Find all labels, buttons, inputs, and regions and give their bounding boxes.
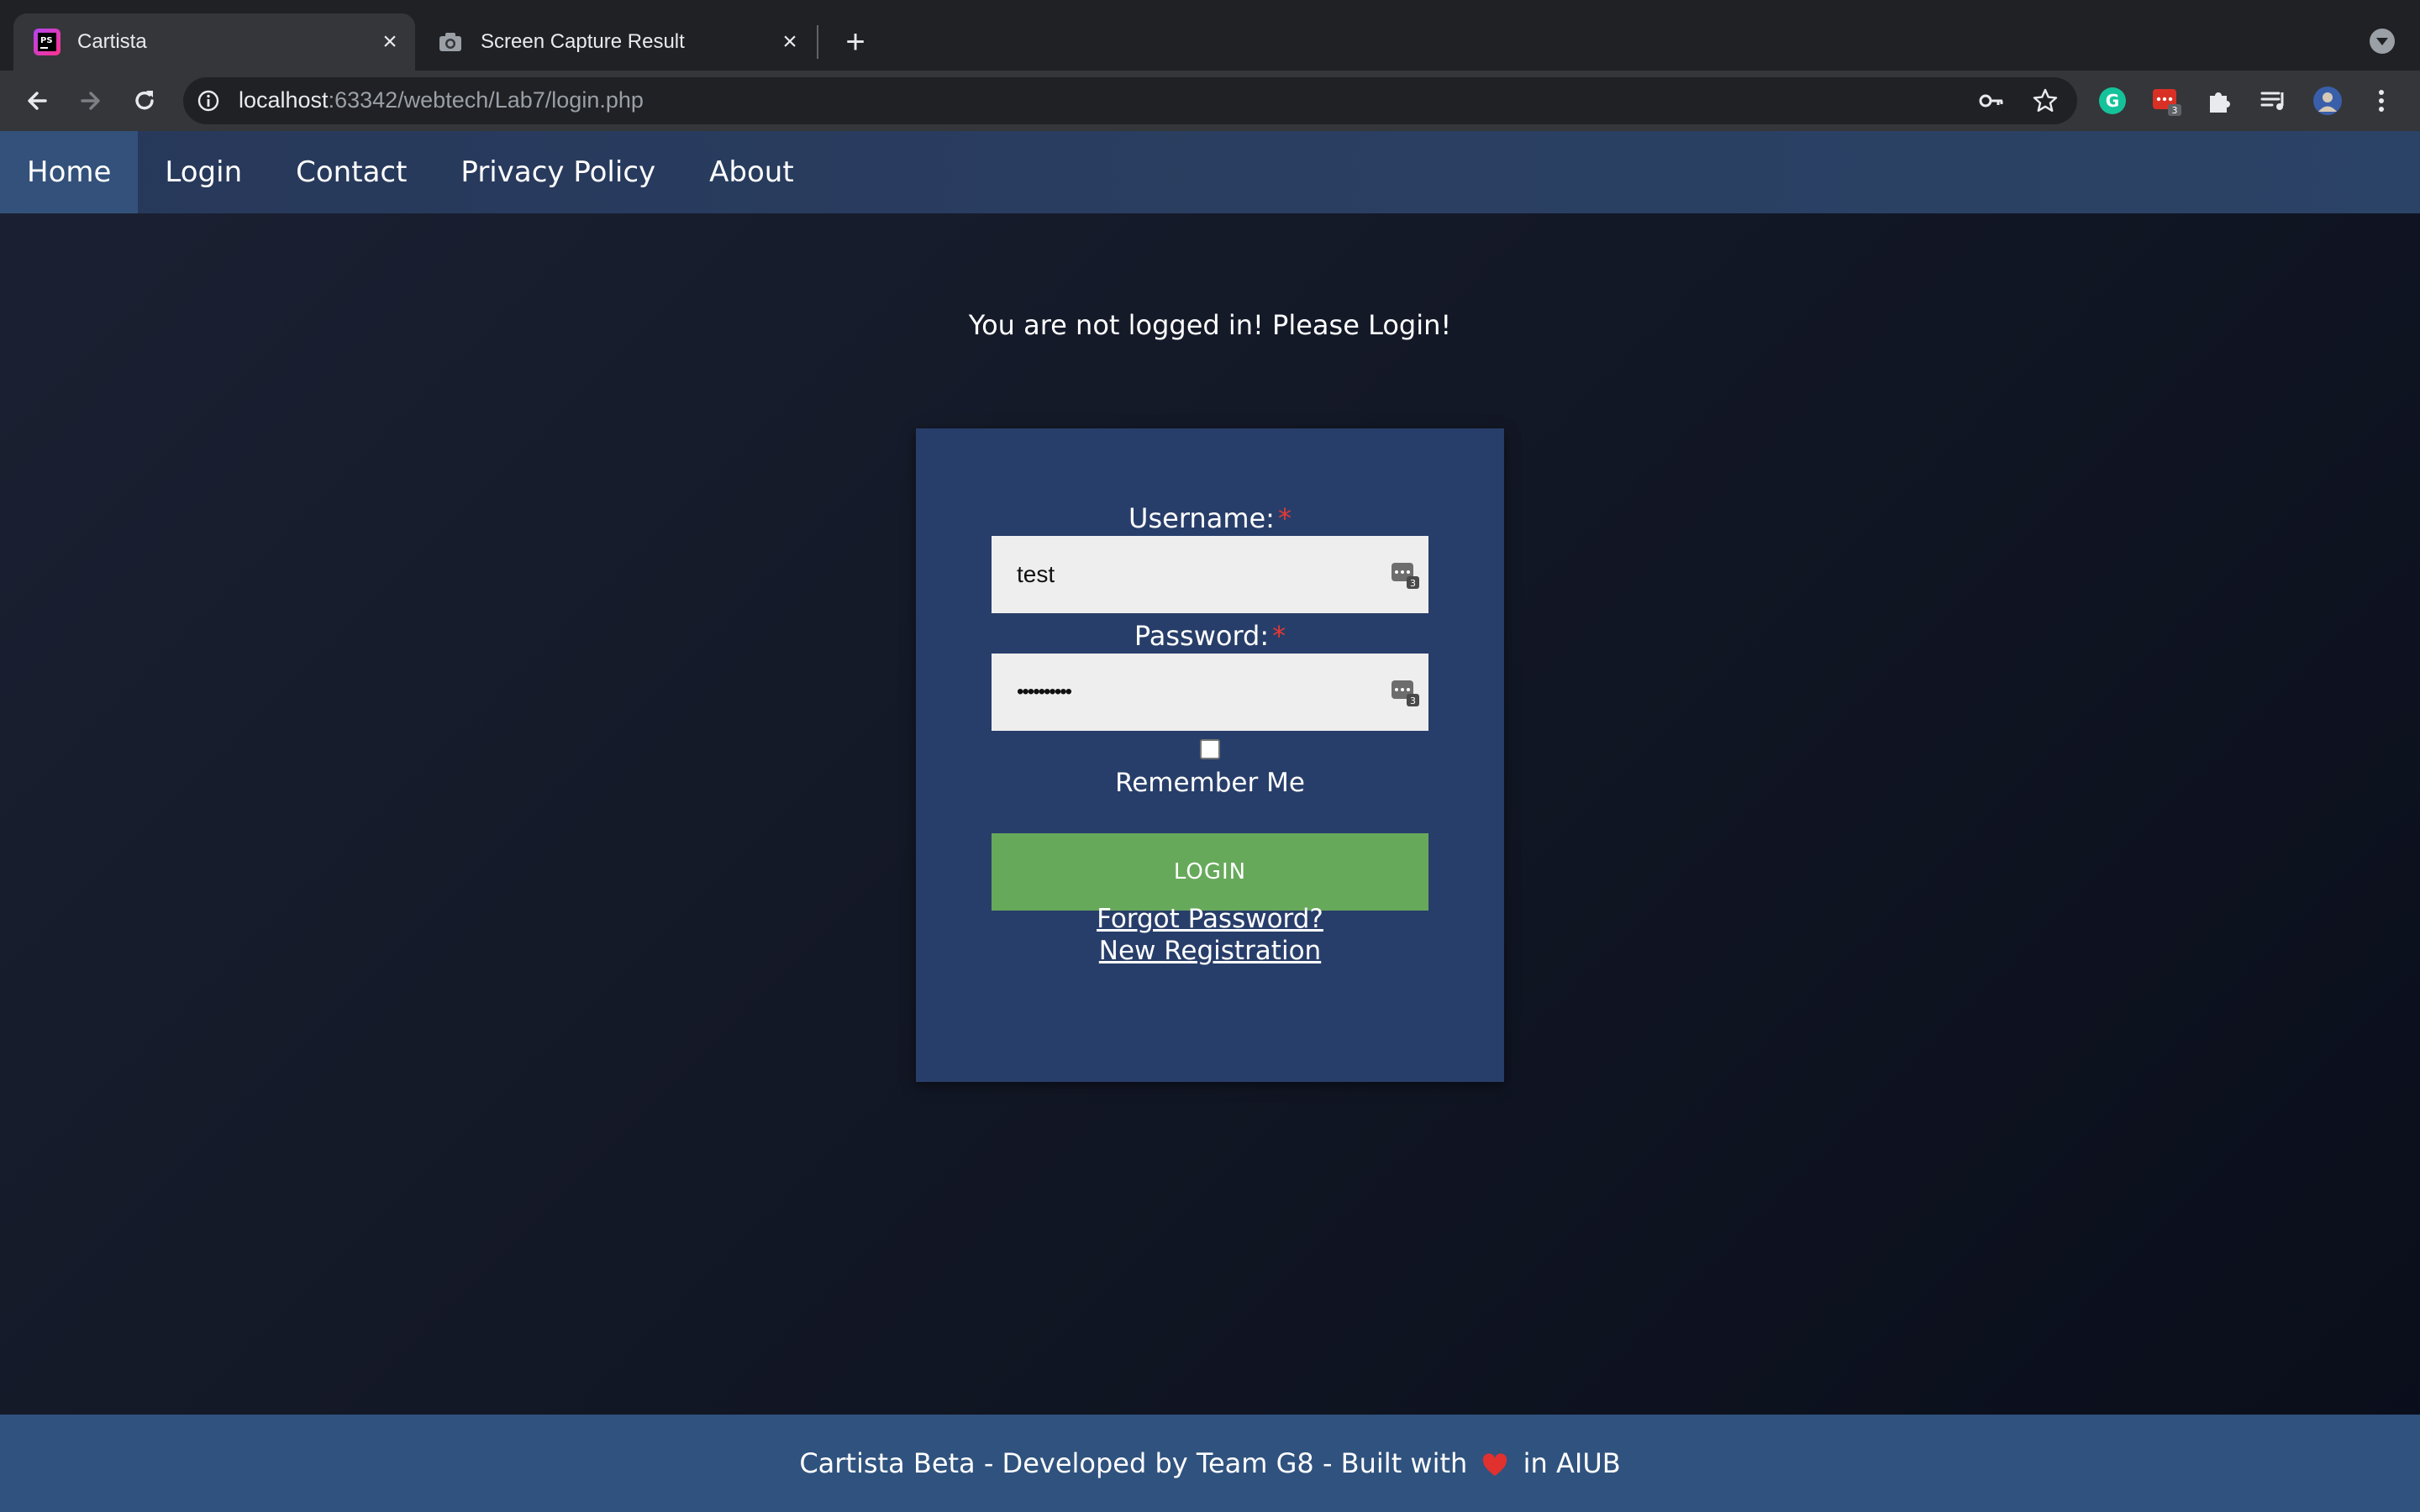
username-value: test — [1017, 561, 1055, 587]
nav-home[interactable]: Home — [0, 131, 139, 213]
nav-privacy-policy[interactable]: Privacy Policy — [434, 131, 682, 213]
site-navbar: Home Login Contact Privacy Policy About — [0, 131, 2420, 213]
back-arrow-icon[interactable] — [20, 84, 54, 118]
login-button[interactable]: LOGIN — [992, 833, 1428, 911]
close-tab-icon[interactable]: × — [776, 29, 803, 55]
pm-badge: 3 — [1410, 696, 1416, 706]
url-text: localhost:63342/webtech/Lab7/login.php — [239, 87, 644, 113]
password-manager-extension-icon[interactable]: 3 — [2151, 86, 2181, 116]
nav-contact[interactable]: Contact — [269, 131, 434, 213]
site-info-icon[interactable] — [197, 89, 220, 113]
grammarly-icon[interactable]: G — [2097, 86, 2128, 116]
bookmark-star-icon[interactable] — [2032, 87, 2059, 114]
footer-text-end: in AIUB — [1523, 1447, 1621, 1479]
tab-screen-capture[interactable]: Screen Capture Result × — [417, 13, 815, 71]
new-tab-button[interactable]: + — [839, 25, 872, 59]
tab-cartista[interactable]: PS Cartista × — [13, 13, 415, 71]
key-icon[interactable] — [1978, 87, 2005, 114]
nav-login[interactable]: Login — [138, 131, 269, 213]
remember-me-checkbox[interactable] — [1200, 739, 1220, 759]
password-value: •••••••••• — [1017, 680, 1072, 703]
footer-text: Cartista Beta - Developed by Team G8 - B… — [799, 1447, 1468, 1479]
tab-separator — [817, 25, 818, 59]
nav-about[interactable]: About — [682, 131, 821, 213]
password-label: Password: * — [916, 620, 1504, 652]
login-card: Username: * test 3 Password: * •••••••••• … — [916, 428, 1504, 1082]
browser-menu-icon[interactable] — [2366, 86, 2396, 116]
phpstorm-icon: PS — [34, 29, 60, 55]
reading-list-icon[interactable] — [2259, 86, 2289, 116]
browser-toolbar: localhost:63342/webtech/Lab7/login.php G… — [0, 71, 2420, 131]
required-asterisk: * — [1277, 502, 1292, 534]
svg-text:PS: PS — [40, 36, 53, 45]
close-tab-icon[interactable]: × — [376, 29, 403, 55]
username-label-text: Username: — [1128, 502, 1275, 534]
password-manager-icon[interactable]: 3 — [1390, 677, 1420, 707]
pm-badge: 3 — [1410, 578, 1416, 589]
new-registration-link[interactable]: New Registration — [916, 936, 1504, 966]
username-label: Username: * — [916, 502, 1504, 534]
page-viewport: Home Login Contact Privacy Policy About … — [0, 131, 2420, 1512]
profile-avatar-icon[interactable] — [2312, 86, 2343, 116]
username-field[interactable]: test 3 — [992, 536, 1428, 613]
tab-search-icon[interactable] — [2370, 29, 2395, 54]
required-asterisk: * — [1272, 620, 1286, 652]
svg-text:G: G — [2106, 91, 2119, 111]
password-manager-icon[interactable]: 3 — [1390, 559, 1420, 590]
camera-icon — [439, 33, 461, 51]
puzzle-extensions-icon[interactable] — [2205, 86, 2235, 116]
tab-title: Screen Capture Result — [481, 30, 685, 53]
heart-icon — [1483, 1453, 1507, 1476]
forward-arrow-icon[interactable] — [74, 84, 108, 118]
remember-me-label: Remember Me — [1115, 768, 1305, 798]
address-bar[interactable]: localhost:63342/webtech/Lab7/login.php — [183, 77, 2077, 124]
extension-badge: 3 — [2172, 105, 2178, 116]
tab-title: Cartista — [77, 30, 147, 53]
reload-icon[interactable] — [128, 84, 161, 118]
password-label-text: Password: — [1134, 620, 1270, 652]
login-notice: You are not logged in! Please Login! — [968, 309, 1452, 341]
site-footer: Cartista Beta - Developed by Team G8 - B… — [0, 1415, 2420, 1512]
password-field[interactable]: •••••••••• 3 — [992, 654, 1428, 731]
forgot-password-link[interactable]: Forgot Password? — [916, 904, 1504, 934]
url-host: localhost — [239, 87, 329, 113]
browser-tab-strip: PS Cartista × Screen Capture Result × + — [0, 0, 2420, 71]
url-path: :63342/webtech/Lab7/login.php — [328, 87, 644, 113]
